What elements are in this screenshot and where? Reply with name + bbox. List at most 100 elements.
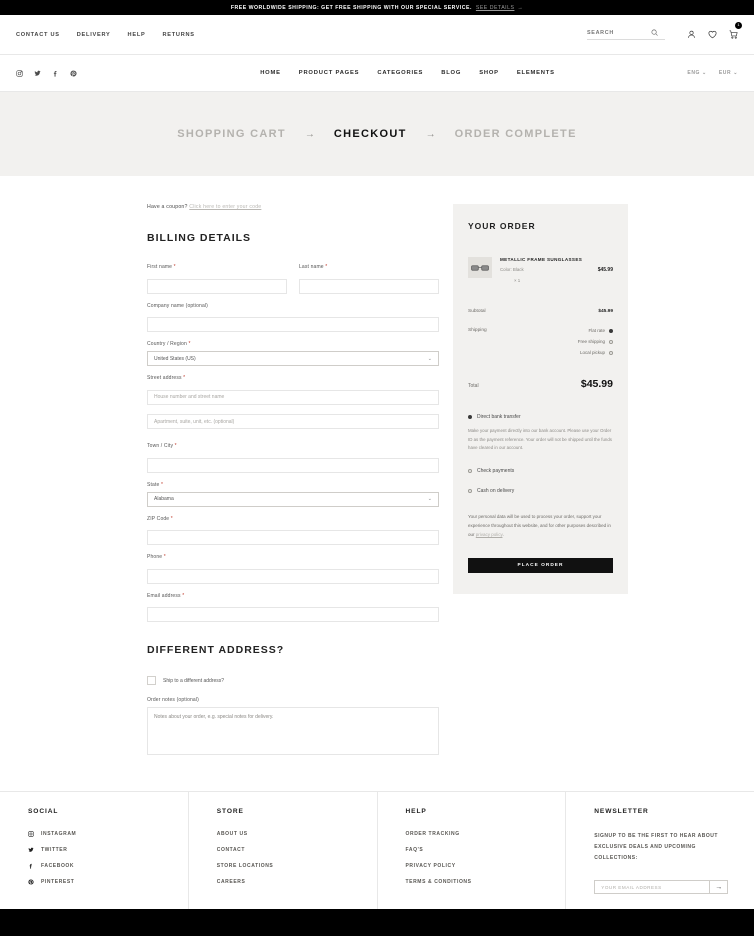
zip-input[interactable] (147, 530, 439, 545)
payment-option-check-payments[interactable]: Check payments (468, 468, 613, 474)
zip-field-group: ZIP Code * (147, 516, 439, 545)
shipping-option-label: Local pickup (579, 350, 605, 355)
payment-option-label: Direct bank transfer (477, 414, 521, 420)
footer-link-instagram[interactable]: INSTAGRAM (28, 831, 188, 837)
state-select[interactable]: Alabama ⌄ (147, 491, 439, 507)
nav-center-wrapper: HOME PRODUCT PAGES CATEGORIES BLOG SHOP … (77, 55, 738, 91)
footer-link-twitter[interactable]: TWITTER (28, 847, 188, 853)
utility-right-group: 1 (587, 21, 742, 44)
city-input[interactable] (147, 457, 439, 473)
wishlist-heart-icon[interactable] (708, 26, 717, 44)
country-field-group: Country / Region * United States (US) ⌄ (147, 341, 439, 366)
search-icon[interactable] (647, 29, 661, 36)
product-quantity: × 1 (514, 278, 521, 283)
currency-selector[interactable]: EUR ⌄ (719, 70, 738, 76)
footer-link-contact[interactable]: CONTACT (217, 847, 377, 853)
country-select[interactable]: United States (US) ⌄ (147, 351, 439, 366)
user-account-icon[interactable] (687, 26, 696, 44)
first-name-input[interactable] (147, 278, 287, 294)
shipping-option-label: Flat rate (588, 328, 605, 333)
coupon-link[interactable]: Click here to enter your code (189, 204, 261, 210)
utility-link-help[interactable]: HELP (128, 32, 146, 38)
footer-link-pinterest[interactable]: PINTEREST (28, 879, 188, 885)
ship-different-address-checkbox[interactable] (147, 676, 156, 685)
payment-option-cash-on-delivery[interactable]: Cash on delivery (468, 488, 613, 494)
newsletter-form: → (594, 880, 729, 894)
footer-link-label: FACEBOOK (41, 863, 75, 869)
newsletter-email-input[interactable] (595, 881, 710, 893)
required-mark: * (160, 481, 164, 488)
step-arrow-icon: → (425, 128, 436, 140)
nav-item-blog[interactable]: BLOG (441, 70, 461, 76)
first-name-field-group: First name * (147, 264, 287, 294)
footer-link-privacy-policy[interactable]: PRIVACY POLICY (406, 863, 566, 869)
pinterest-icon[interactable] (70, 70, 77, 77)
order-notes-field-group: Order notes (optional) (147, 697, 439, 760)
twitter-icon (28, 847, 35, 853)
search-box[interactable] (587, 29, 665, 40)
pinterest-icon (28, 879, 35, 885)
shipping-options: Flat rate Free shipping Local pickup (578, 328, 613, 361)
facebook-icon[interactable] (52, 70, 59, 77)
different-address-heading: DIFFERENT ADDRESS? (147, 644, 285, 656)
nav-item-elements[interactable]: ELEMENTS (517, 70, 555, 76)
company-input[interactable] (147, 317, 439, 332)
radio-icon[interactable] (609, 328, 613, 333)
utility-link-contact-us[interactable]: CONTACT US (16, 32, 60, 38)
footer-link-careers[interactable]: CAREERS (217, 879, 377, 885)
payment-description: Make your payment directly into our bank… (468, 428, 613, 451)
radio-icon[interactable] (609, 339, 613, 344)
radio-icon[interactable] (468, 488, 472, 493)
search-input[interactable] (587, 29, 647, 36)
last-name-input[interactable] (299, 278, 439, 294)
footer-link-store-locations[interactable]: STORE LOCATIONS (217, 863, 377, 869)
radio-icon[interactable] (609, 350, 613, 355)
payment-option-label: Cash on delivery (477, 487, 515, 494)
shopping-cart-icon[interactable]: 1 (729, 21, 742, 44)
footer-link-faqs[interactable]: FAQ'S (406, 847, 566, 853)
nav-item-categories[interactable]: CATEGORIES (377, 70, 423, 76)
utility-link-delivery[interactable]: DELIVERY (77, 32, 111, 38)
place-order-button[interactable]: PLACE ORDER (468, 557, 613, 573)
required-mark: * (174, 443, 177, 449)
privacy-notice: Your personal data will be used to proce… (468, 512, 613, 539)
nav-item-home[interactable]: HOME (260, 70, 281, 76)
street-address-line2-input[interactable] (147, 414, 439, 429)
privacy-policy-link[interactable]: privacy policy (476, 532, 503, 537)
radio-icon[interactable] (468, 415, 472, 419)
cart-count-badge: 1 (735, 21, 742, 29)
footer-link-order-tracking[interactable]: ORDER TRACKING (406, 831, 566, 837)
newsletter-submit-button[interactable]: → (709, 881, 728, 893)
nav-item-shop[interactable]: SHOP (479, 70, 499, 76)
currency-value: EUR (718, 70, 732, 76)
shipping-option-label: Free shipping (577, 339, 605, 344)
nav-item-product-pages[interactable]: PRODUCT PAGES (299, 70, 360, 76)
utility-link-returns[interactable]: RETURNS (162, 32, 194, 38)
step-shopping-cart[interactable]: SHOPPING CART (177, 128, 286, 140)
footer-link-about-us[interactable]: ABOUT US (217, 831, 377, 837)
footer-link-terms-conditions[interactable]: TERMS & CONDITIONS (406, 879, 566, 885)
footer-link-facebook[interactable]: FACEBOOK (28, 863, 188, 869)
instagram-icon[interactable] (16, 69, 23, 77)
name-fields-row: First name * Last name * (147, 264, 439, 303)
main-navigation-bar: HOME PRODUCT PAGES CATEGORIES BLOG SHOP … (0, 55, 754, 92)
phone-input[interactable] (147, 568, 439, 584)
street-address-line1-input[interactable] (147, 389, 439, 405)
step-checkout[interactable]: CHECKOUT (334, 128, 407, 140)
email-input[interactable] (147, 607, 439, 622)
payment-option-direct-bank-transfer[interactable]: Direct bank transfer (468, 414, 613, 420)
language-selector[interactable]: ENG ⌄ (687, 70, 706, 76)
shipping-option-flat-rate[interactable]: Flat rate (578, 328, 613, 333)
announcement-link[interactable]: SEE DETAILS (476, 5, 515, 11)
order-notes-textarea[interactable] (147, 707, 439, 755)
shipping-option-free-shipping[interactable]: Free shipping (578, 339, 613, 344)
product-price: $45.99 (597, 267, 613, 273)
product-title[interactable]: METALLIC FRAME SUNGLASSES (500, 257, 613, 262)
radio-icon[interactable] (468, 468, 472, 473)
total-row: Total $45.99 (468, 368, 613, 404)
twitter-icon[interactable] (34, 70, 41, 77)
step-arrow-icon: → (304, 128, 315, 140)
step-order-complete[interactable]: ORDER COMPLETE (455, 128, 577, 140)
ship-different-address-row[interactable]: Ship to a different address? (147, 676, 439, 685)
shipping-option-local-pickup[interactable]: Local pickup (578, 350, 613, 355)
